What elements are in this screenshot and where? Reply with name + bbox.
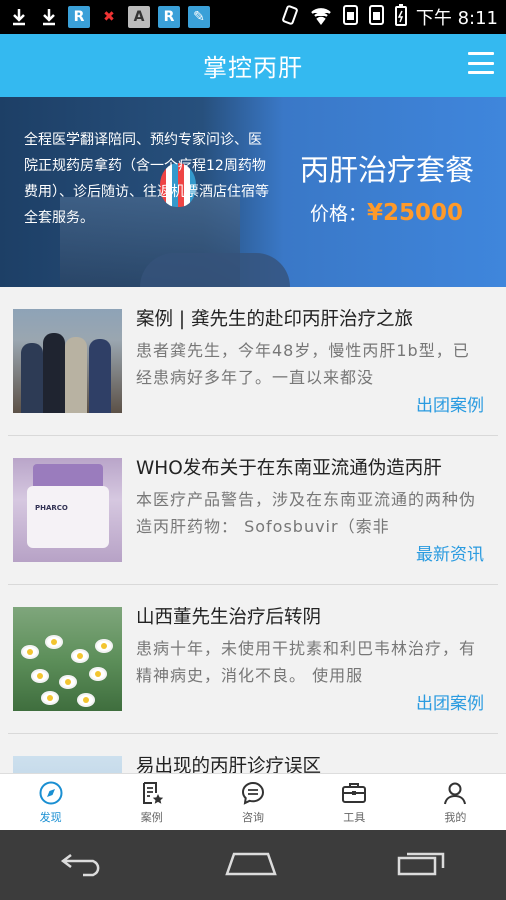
battery-charging-icon [394, 3, 408, 32]
tab-cases[interactable]: 案例 [101, 774, 202, 830]
article-tag[interactable]: 最新资讯 [416, 540, 484, 565]
article-thumbnail [13, 309, 122, 413]
tab-label: 工具 [343, 810, 366, 824]
hospital-dome-image [140, 253, 290, 287]
article-title: 易出现的丙肝诊疗误区 [136, 756, 322, 773]
price-label: 价格： [310, 203, 368, 225]
home-icon[interactable] [224, 848, 278, 882]
bottom-tab-bar: 发现 案例 咨询 工具 我的 [0, 773, 506, 830]
article-title: 山西董先生治疗后转阴 [136, 607, 322, 628]
tab-tools[interactable]: 工具 [304, 774, 405, 830]
article-thumbnail [13, 607, 122, 711]
tab-discover[interactable]: 发现 [0, 774, 101, 830]
article-thumbnail [13, 756, 122, 773]
download-icon [8, 6, 30, 28]
a-app-icon: A [128, 6, 150, 28]
page-title: 掌控丙肝 [203, 54, 303, 82]
article-tag[interactable]: 出团案例 [416, 391, 484, 416]
person-icon [442, 780, 468, 806]
package-price: 价格：¥25000 [310, 199, 463, 226]
sim-icon [368, 4, 386, 31]
article-description: 本医疗产品警告，涉及在东南亚流通的两种伪造丙肝药物： Sofosbuvir（索非 [136, 490, 477, 536]
recents-icon[interactable] [395, 848, 447, 882]
app-header: 掌控丙肝 [0, 34, 506, 97]
tab-label: 我的 [444, 810, 467, 824]
gift-icon: ✖ [103, 9, 115, 25]
banner-description: 全程医学翻译陪同、预约专家问诊、医院正规药房拿药（含一个疗程12周药物费用）、诊… [24, 132, 269, 226]
document-star-icon [139, 780, 165, 806]
compass-icon [38, 780, 64, 806]
promo-banner[interactable]: 全程医学翻译陪同、预约专家问诊、医院正规药房拿药（含一个疗程12周药物费用）、诊… [0, 97, 506, 287]
tab-consult[interactable]: 咨询 [202, 774, 303, 830]
tab-label: 咨询 [242, 810, 264, 824]
article-title: 案例 | 龚先生的赴印丙肝治疗之旅 [136, 309, 413, 330]
r-app-icon: R [158, 6, 180, 28]
chat-bubble-icon [240, 780, 266, 806]
article-item[interactable]: 易出现的丙肝诊疗误区 [0, 734, 506, 773]
article-item[interactable]: 案例 | 龚先生的赴印丙肝治疗之旅 患者龚先生，今年48岁，慢性丙肝1b型，已经… [0, 287, 506, 436]
article-title: WHO发布关于在东南亚流通伪造丙肝 [136, 458, 442, 479]
article-item[interactable]: 山西董先生治疗后转阴 患病十年，未使用干扰素和利巴韦林治疗，有精神病史，消化不良… [0, 585, 506, 734]
status-time: 下午 8:11 [415, 8, 498, 29]
system-nav-bar [0, 830, 506, 900]
article-tag[interactable]: 出团案例 [416, 689, 484, 714]
tab-label: 发现 [39, 810, 62, 824]
article-list[interactable]: 案例 | 龚先生的赴印丙肝治疗之旅 患者龚先生，今年48岁，慢性丙肝1b型，已经… [0, 287, 506, 773]
back-icon[interactable] [59, 849, 107, 881]
article-item[interactable]: PHARCO WHO发布关于在东南亚流通伪造丙肝 本医疗产品警告，涉及在东南亚流… [0, 436, 506, 585]
menu-icon[interactable] [468, 52, 494, 74]
article-description: 患者龚先生，今年48岁，慢性丙肝1b型，已经患病好多年了。一直以来都没 [136, 341, 470, 387]
wifi-icon [308, 5, 334, 30]
download-icon [38, 6, 60, 28]
tab-me[interactable]: 我的 [405, 774, 506, 830]
feather-icon: ✎ [188, 6, 210, 28]
package-title: 丙肝治疗套餐 [300, 153, 475, 187]
thumbnail-label: PHARCO [35, 504, 68, 512]
tab-label: 案例 [140, 810, 163, 824]
status-bar: R ✖ A R ✎ 下午 8:11 [0, 0, 506, 34]
briefcase-icon [341, 780, 367, 806]
vibrate-icon [280, 4, 300, 31]
article-thumbnail: PHARCO [13, 458, 122, 562]
sim-icon [342, 4, 360, 31]
r-app-icon: R [68, 6, 90, 28]
price-value: ¥25000 [367, 200, 464, 226]
article-description: 患病十年，未使用干扰素和利巴韦林治疗，有精神病史，消化不良。 使用服 [136, 639, 477, 685]
